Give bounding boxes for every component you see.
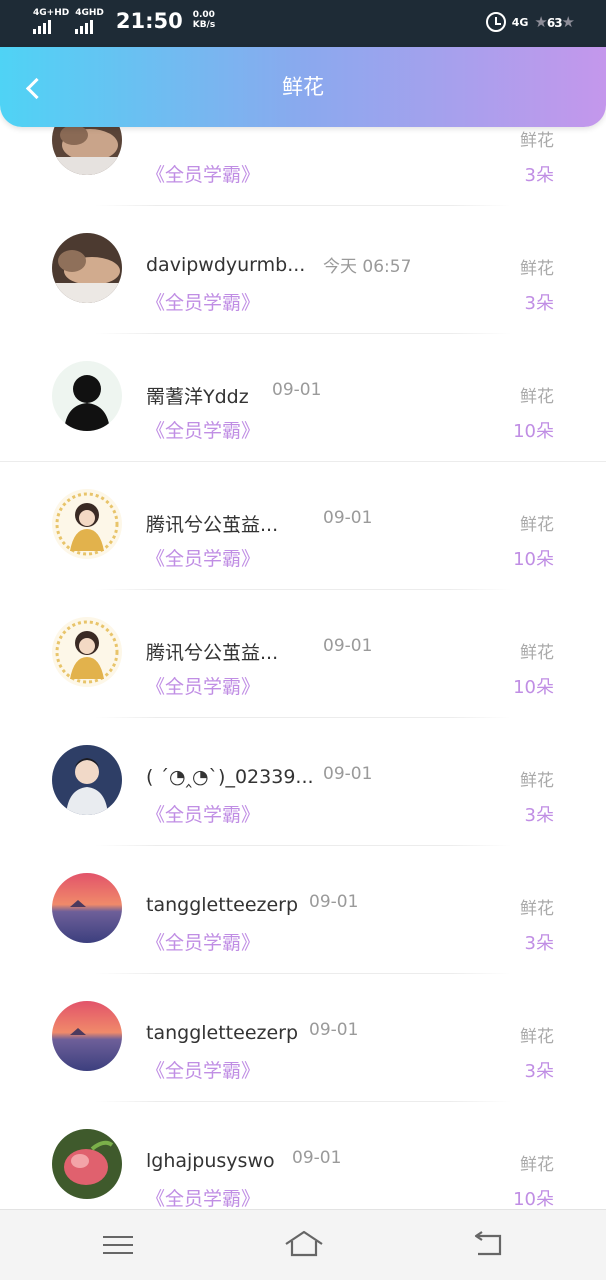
clock: 21:50 [115, 9, 183, 33]
speed-value: 0.00 [192, 10, 215, 20]
flower-list[interactable]: 《全员学霸》 鲜花 3朵 davipwdyurmb... 今天 06:57 《全… [0, 127, 606, 1209]
signal-bars-icon [75, 20, 94, 34]
timestamp: 09-01 [323, 508, 373, 528]
timestamp: 09-01 [309, 1020, 359, 1040]
user-name: tanggletteezerp [146, 1022, 299, 1044]
avatar[interactable] [52, 127, 122, 175]
flower-label: 鲜花 [520, 131, 554, 151]
list-item[interactable]: lghajpusyswo 09-01 《全员学霸》 鲜花 10朵 [0, 1102, 606, 1209]
flower-count: 10朵 [513, 1189, 554, 1209]
book-title: 《全员学霸》 [146, 420, 261, 442]
list-item[interactable]: ( ´◔‸◔`)_02339... 09-01 《全员学霸》 鲜花 3朵 [0, 718, 606, 846]
app-header: 鲜花 [0, 47, 606, 127]
flower-count: 10朵 [513, 549, 554, 570]
avatar[interactable] [52, 361, 122, 431]
book-title: 《全员学霸》 [146, 292, 261, 314]
book-title: 《全员学霸》 [146, 164, 261, 186]
flower-label: 鲜花 [520, 387, 554, 407]
user-name: 腾讯兮公茧益... [146, 514, 279, 536]
user-name: lghajpusyswo [146, 1150, 275, 1172]
user-name: davipwdyurmb... [146, 254, 306, 276]
flower-count: 3朵 [524, 805, 554, 826]
flower-count: 3朵 [524, 165, 554, 186]
alarm-icon [485, 12, 506, 32]
avatar[interactable] [52, 489, 122, 559]
status-bar: 4G+HD 4GHD 21:50 0.00 KB/s 4G ★63★ [0, 0, 606, 47]
flower-label: 鲜花 [520, 1155, 554, 1175]
book-title: 《全员学霸》 [146, 1188, 261, 1209]
user-name: ( ´◔‸◔`)_02339... [146, 766, 314, 788]
avatar[interactable] [52, 873, 122, 943]
flower-label: 鲜花 [520, 643, 554, 663]
flower-label: 鲜花 [520, 515, 554, 535]
list-item[interactable]: tanggletteezerp 09-01 《全员学霸》 鲜花 3朵 [0, 974, 606, 1102]
list-item[interactable]: 腾讯兮公茧益... 09-01 《全员学霸》 鲜花 10朵 [0, 590, 606, 718]
timestamp: 09-01 [272, 380, 322, 400]
list-item[interactable]: davipwdyurmb... 今天 06:57 《全员学霸》 鲜花 3朵 [0, 206, 606, 334]
timestamp: 09-01 [323, 636, 373, 656]
flower-count: 10朵 [513, 677, 554, 698]
book-title: 《全员学霸》 [146, 548, 261, 570]
avatar[interactable] [52, 233, 122, 303]
book-title: 《全员学霸》 [146, 676, 261, 698]
flower-label: 鲜花 [520, 259, 554, 279]
list-item[interactable]: 罱蓍洋Yddz 09-01 《全员学霸》 鲜花 10朵 [0, 334, 606, 462]
avatar[interactable] [52, 1001, 122, 1071]
battery-level: 63 [546, 16, 563, 30]
network-label-2: 4GHD [75, 8, 104, 18]
timestamp: 09-01 [309, 892, 359, 912]
list-item[interactable]: 《全员学霸》 鲜花 3朵 [0, 127, 606, 206]
star-icon: ★ [534, 13, 547, 31]
avatar[interactable] [52, 745, 122, 815]
book-title: 《全员学霸》 [146, 804, 261, 826]
book-title: 《全员学霸》 [146, 1060, 261, 1082]
network-label-1: 4G+HD [33, 8, 70, 18]
menu-icon[interactable] [103, 1234, 133, 1256]
mobile-signal: 4G [511, 15, 529, 29]
avatar[interactable] [52, 617, 122, 687]
timestamp: 09-01 [323, 764, 373, 784]
flower-count: 10朵 [513, 421, 554, 442]
star-icon: ★ [561, 13, 575, 31]
home-icon[interactable] [283, 1228, 325, 1260]
flower-count: 3朵 [524, 933, 554, 954]
flower-count: 3朵 [524, 293, 554, 314]
battery-indicator: ★63★ [534, 13, 575, 31]
network-indicator-1: 4G+HD [33, 8, 69, 34]
system-nav-bar [0, 1209, 606, 1280]
flower-label: 鲜花 [520, 899, 554, 919]
flower-label: 鲜花 [520, 771, 554, 791]
user-name: 腾讯兮公茧益... [146, 642, 279, 664]
user-name: 罱蓍洋Yddz [146, 386, 249, 408]
list-item[interactable]: 腾讯兮公茧益... 09-01 《全员学霸》 鲜花 10朵 [0, 462, 606, 590]
network-speed: 0.00 KB/s [193, 10, 215, 30]
flower-label: 鲜花 [520, 1027, 554, 1047]
list-item[interactable]: tanggletteezerp 09-01 《全员学霸》 鲜花 3朵 [0, 846, 606, 974]
timestamp: 今天 06:57 [323, 257, 412, 277]
book-title: 《全员学霸》 [146, 932, 261, 954]
flower-count: 3朵 [524, 1061, 554, 1082]
signal-bars-icon [33, 20, 51, 34]
speed-unit: KB/s [192, 20, 216, 30]
network-indicator-2: 4GHD [75, 8, 104, 34]
page-title: 鲜花 [282, 75, 324, 99]
back-nav-icon[interactable] [470, 1230, 506, 1258]
timestamp: 09-01 [292, 1148, 342, 1168]
user-name: tanggletteezerp [146, 894, 299, 916]
avatar[interactable] [52, 1129, 122, 1199]
